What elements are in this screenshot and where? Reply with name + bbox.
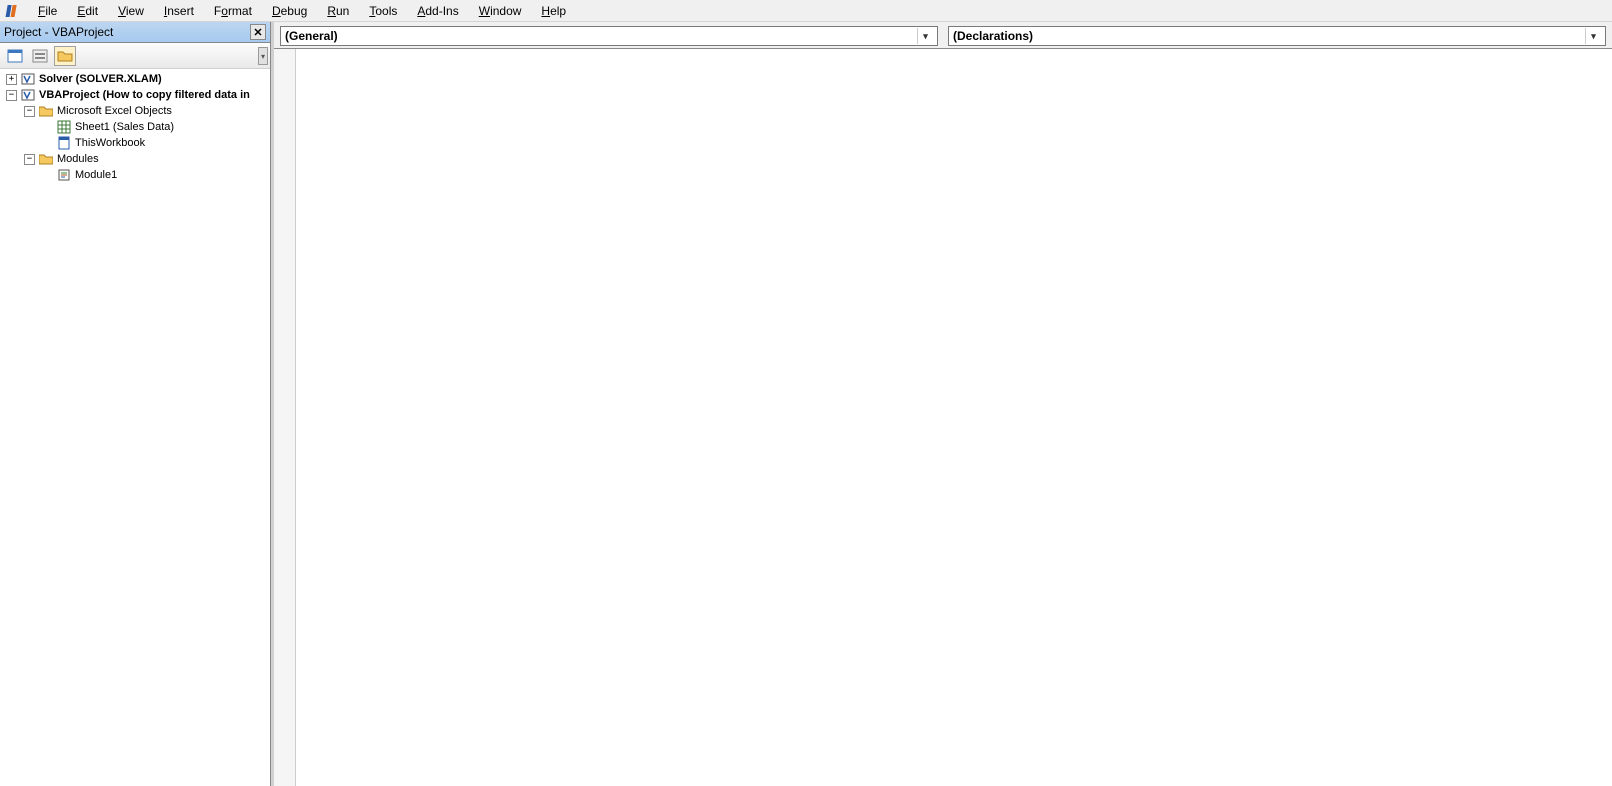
menu-window[interactable]: Window [469,2,532,20]
object-dropdown-value: (General) [285,29,338,43]
chevron-down-icon: ▾ [1585,28,1601,44]
tree-label: VBAProject (How to copy filtered data in [37,87,252,103]
menu-file[interactable]: File [28,2,67,20]
menu-help[interactable]: Help [531,2,576,20]
expander-icon[interactable]: − [24,154,35,165]
toolbar-overflow-icon[interactable] [258,47,268,65]
spacer [42,170,53,181]
tree-node-sheet1[interactable]: Sheet1 (Sales Data) [2,119,268,135]
procedure-dropdown-value: (Declarations) [953,29,1033,43]
code-margin [274,49,296,786]
project-panel-title: Project - VBAProject [4,25,113,39]
tree-node-modules[interactable]: − Modules [2,151,268,167]
folder-icon [39,104,53,118]
object-dropdown[interactable]: (General) ▾ [280,26,938,46]
vbaproject-icon [21,72,35,86]
tree-label: Microsoft Excel Objects [55,103,174,119]
tree-label: Modules [55,151,101,167]
folder-icon [39,152,53,166]
menu-format[interactable]: Format [204,2,262,20]
menu-addins[interactable]: Add-Ins [407,2,468,20]
view-object-button[interactable] [29,46,51,66]
expander-icon[interactable]: + [6,74,17,85]
menu-tools[interactable]: Tools [359,2,407,20]
module-icon [57,168,71,182]
expander-icon[interactable]: − [24,106,35,117]
code-area: (General) ▾ (Declarations) ▾ [271,22,1612,786]
menubar: File Edit View Insert Format Debug Run T… [0,0,1612,22]
vbaproject-icon [21,88,35,102]
workbook-icon [57,136,71,150]
tree-node-excel-objects[interactable]: − Microsoft Excel Objects [2,103,268,119]
close-panel-button[interactable]: ✕ [250,24,266,40]
code-editor[interactable] [296,49,1612,786]
worksheet-icon [57,120,71,134]
tree-label: ThisWorkbook [73,135,147,151]
tree-node-vbaproject[interactable]: − VBAProject (How to copy filtered data … [2,87,268,103]
tree-label: Module1 [73,167,119,183]
chevron-down-icon: ▾ [917,28,933,44]
menu-insert[interactable]: Insert [154,2,204,20]
menu-run[interactable]: Run [317,2,359,20]
menu-view[interactable]: View [108,2,154,20]
menu-debug[interactable]: Debug [262,2,317,20]
expander-icon[interactable]: − [6,90,17,101]
code-dropdown-bar: (General) ▾ (Declarations) ▾ [274,22,1612,48]
toggle-folders-button[interactable] [54,46,76,66]
tree-label: Solver (SOLVER.XLAM) [37,71,164,87]
code-editor-wrap [274,48,1612,786]
spacer [42,138,53,149]
project-tree: + Solver (SOLVER.XLAM) − VBAProject (How… [0,69,270,786]
tree-node-module1[interactable]: Module1 [2,167,268,183]
tree-node-solver[interactable]: + Solver (SOLVER.XLAM) [2,71,268,87]
spacer [42,122,53,133]
procedure-dropdown[interactable]: (Declarations) ▾ [948,26,1606,46]
main-area: Project - VBAProject ✕ + Solver (SOLVE [0,22,1612,786]
project-explorer-panel: Project - VBAProject ✕ + Solver (SOLVE [0,22,271,786]
menu-edit[interactable]: Edit [67,2,108,20]
tree-label: Sheet1 (Sales Data) [73,119,176,135]
project-panel-toolbar [0,43,270,69]
vba-app-icon [4,2,22,20]
project-panel-titlebar[interactable]: Project - VBAProject ✕ [0,22,270,43]
tree-node-thisworkbook[interactable]: ThisWorkbook [2,135,268,151]
view-code-button[interactable] [4,46,26,66]
